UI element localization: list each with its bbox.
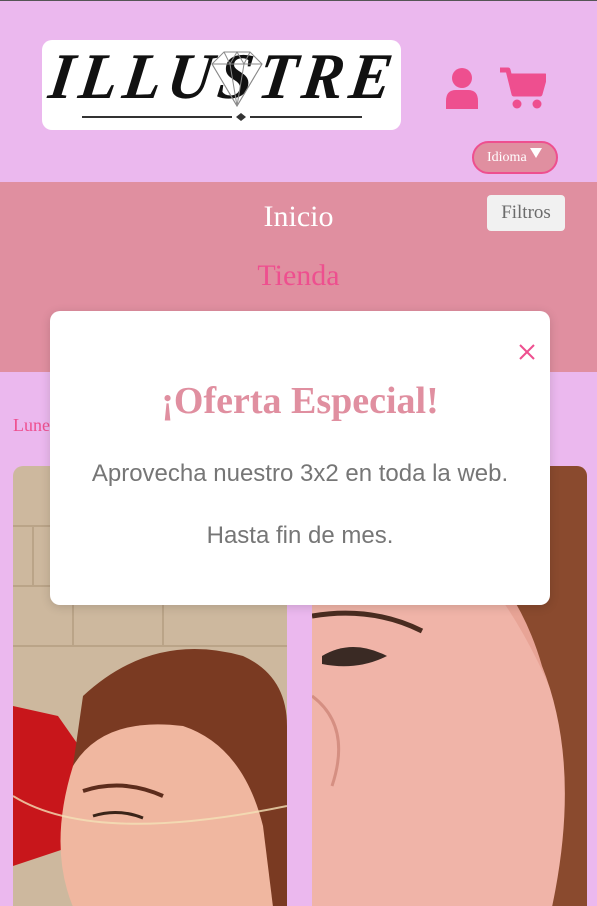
offer-modal: ¡Oferta Especial! Aprovecha nuestro 3x2 … [50,311,550,605]
site-header: ILLUSTRE Idioma [0,1,597,182]
logo[interactable]: ILLUSTRE [42,40,401,130]
close-icon[interactable] [516,341,538,363]
modal-offer-text: Aprovecha nuestro 3x2 en toda la web. [91,460,509,487]
triangle-down-icon [529,147,542,158]
filters-button[interactable]: Filtros [487,195,565,231]
language-label: Idioma [487,149,527,165]
cart-icon[interactable] [500,67,546,109]
logo-divider [82,113,362,121]
diamond-icon [211,51,263,107]
modal-offer-deadline: Hasta fin de mes. [206,522,394,549]
language-dropdown[interactable]: Idioma [472,141,558,174]
date-text: Lune [13,415,50,435]
user-icon[interactable] [444,67,480,109]
modal-title: ¡Oferta Especial! [161,380,439,422]
nav-item-tienda[interactable]: Tienda [0,259,597,293]
